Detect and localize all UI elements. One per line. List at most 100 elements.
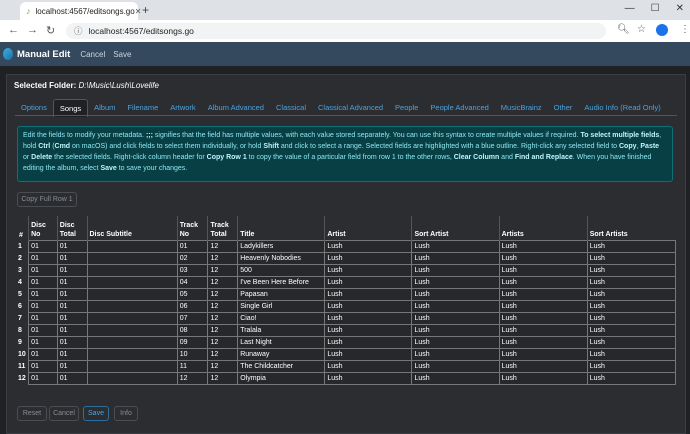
cell-track-total[interactable]: 12 [207, 336, 239, 349]
cell-track-no[interactable]: 10 [176, 348, 209, 361]
cell-track-no[interactable]: 05 [176, 288, 209, 301]
cell-disc-total[interactable]: 01 [56, 252, 88, 265]
tab-artwork[interactable]: Artwork [164, 99, 201, 116]
col-header-title[interactable]: Title [237, 216, 325, 241]
cell-sort-artist[interactable]: Lush [411, 252, 500, 265]
cell-artists[interactable]: Lush [498, 372, 588, 385]
cell-artist[interactable]: Lush [324, 288, 413, 301]
cell-disc-total[interactable]: 01 [56, 324, 88, 337]
tab-audio-info[interactable]: Audio Info (Read Only) [578, 99, 666, 116]
cell-artist[interactable]: Lush [324, 336, 413, 349]
cell-sort-artist[interactable]: Lush [411, 312, 500, 325]
browser-tab[interactable]: ♪ localhost:4567/editsongs.go ✕ [20, 2, 141, 20]
cell-sort-artists[interactable]: Lush [586, 264, 677, 277]
col-header-disc-subtitle[interactable]: Disc Subtitle [86, 216, 178, 241]
cell-disc-subtitle[interactable] [86, 288, 178, 301]
cell-track-total[interactable]: 12 [207, 324, 239, 337]
cell-track-total[interactable]: 12 [207, 360, 239, 373]
col-header-disc-no[interactable]: Disc No [28, 216, 58, 241]
cell-artists[interactable]: Lush [498, 348, 588, 361]
cell-sort-artists[interactable]: Lush [586, 348, 677, 361]
cell-sort-artists[interactable]: Lush [586, 288, 677, 301]
cell-track-total[interactable]: 12 [207, 276, 239, 289]
cell-artists[interactable]: Lush [498, 324, 588, 337]
cell-track-total[interactable]: 12 [207, 288, 239, 301]
cell-disc-subtitle[interactable] [86, 240, 178, 253]
cell-artist[interactable]: Lush [324, 372, 413, 385]
cell-sort-artists[interactable]: Lush [586, 360, 677, 373]
cell-track-total[interactable]: 12 [207, 348, 239, 361]
cell-sort-artist[interactable]: Lush [411, 324, 500, 337]
reset-button[interactable]: Reset [17, 406, 47, 421]
cell-sort-artist[interactable]: Lush [411, 276, 500, 289]
cell-disc-total[interactable]: 01 [56, 240, 88, 253]
site-info-icon[interactable]: ⓘ [74, 25, 83, 37]
cell-title[interactable]: Runaway [237, 348, 326, 361]
cell-artist[interactable]: Lush [324, 276, 413, 289]
col-header-disc-total[interactable]: Disc Total [56, 216, 87, 241]
cell-title[interactable]: Heavenly Nobodies [237, 252, 326, 265]
cell-artist[interactable]: Lush [324, 324, 413, 337]
cell-artist[interactable]: Lush [324, 312, 413, 325]
cell-title[interactable]: Ciao! [237, 312, 326, 325]
tab-filename[interactable]: Filename [121, 99, 164, 116]
cell-disc-total[interactable]: 01 [56, 336, 88, 349]
maximize-icon[interactable]: ☐ [651, 3, 660, 14]
cell-disc-total[interactable]: 01 [56, 300, 88, 313]
cell-sort-artist[interactable]: Lush [411, 348, 500, 361]
cell-disc-subtitle[interactable] [86, 348, 178, 361]
cell-title[interactable]: The Childcatcher [237, 360, 326, 373]
cell-disc-subtitle[interactable] [86, 360, 178, 373]
cell-track-total[interactable]: 12 [207, 312, 239, 325]
cell-track-total[interactable]: 12 [207, 240, 239, 253]
cell-sort-artists[interactable]: Lush [586, 240, 677, 253]
cell-title[interactable]: Olympia [237, 372, 326, 385]
cell-track-total[interactable]: 12 [207, 252, 239, 265]
cell-track-total[interactable]: 12 [207, 300, 239, 313]
minimize-icon[interactable]: — [625, 3, 635, 14]
cell-artists[interactable]: Lush [498, 300, 588, 313]
tab-classical[interactable]: Classical [270, 99, 312, 116]
cell-sort-artist[interactable]: Lush [411, 264, 500, 277]
cell-artists[interactable]: Lush [498, 252, 588, 265]
cell-disc-no[interactable]: 01 [28, 252, 58, 265]
cell-sort-artists[interactable]: Lush [586, 372, 677, 385]
cell-sort-artist[interactable]: Lush [411, 288, 500, 301]
cell-sort-artist[interactable]: Lush [411, 336, 500, 349]
copy-full-row-button[interactable]: Copy Full Row 1 [17, 192, 77, 207]
cell-disc-subtitle[interactable] [86, 324, 178, 337]
new-tab-icon[interactable]: + [142, 3, 149, 17]
cell-sort-artists[interactable]: Lush [586, 300, 677, 313]
cell-disc-no[interactable]: 01 [28, 348, 58, 361]
cell-artist[interactable]: Lush [324, 264, 413, 277]
address-bar[interactable]: ⓘ localhost:4567/editsongs.go [66, 23, 606, 39]
cell-artist[interactable]: Lush [324, 300, 413, 313]
cell-disc-subtitle[interactable] [86, 372, 178, 385]
cell-track-no[interactable]: 03 [176, 264, 209, 277]
cell-title[interactable]: Tralala [237, 324, 326, 337]
cell-sort-artists[interactable]: Lush [586, 336, 677, 349]
cell-artists[interactable]: Lush [498, 360, 588, 373]
cell-disc-total[interactable]: 01 [56, 360, 88, 373]
tab-people-advanced[interactable]: People Advanced [424, 99, 494, 116]
header-save-button[interactable]: Save [113, 50, 131, 59]
cell-sort-artist[interactable]: Lush [411, 300, 500, 313]
cell-track-no[interactable]: 04 [176, 276, 209, 289]
cell-artists[interactable]: Lush [498, 240, 588, 253]
cell-sort-artist[interactable]: Lush [411, 360, 500, 373]
cell-disc-total[interactable]: 01 [56, 372, 88, 385]
col-header-artists[interactable]: Artists [498, 216, 588, 241]
cell-disc-subtitle[interactable] [86, 300, 178, 313]
cell-artists[interactable]: Lush [498, 336, 588, 349]
cell-disc-no[interactable]: 01 [28, 300, 58, 313]
cell-title[interactable]: Ladykillers [237, 240, 326, 253]
col-header-track-total[interactable]: Track Total [207, 216, 238, 241]
cell-disc-no[interactable]: 01 [28, 372, 58, 385]
cell-track-no[interactable]: 06 [176, 300, 209, 313]
cell-disc-total[interactable]: 01 [56, 312, 88, 325]
zoom-icon[interactable]: 🔍︎ [617, 24, 630, 35]
cell-sort-artists[interactable]: Lush [586, 324, 677, 337]
cell-track-no[interactable]: 09 [176, 336, 209, 349]
cell-track-no[interactable]: 11 [176, 360, 209, 373]
cell-disc-no[interactable]: 01 [28, 240, 58, 253]
